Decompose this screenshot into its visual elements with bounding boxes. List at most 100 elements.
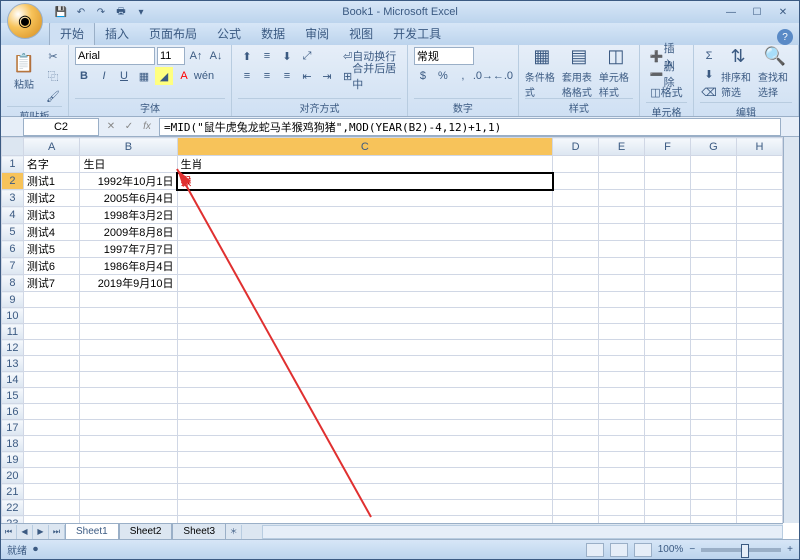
cell-C3[interactable]	[177, 190, 553, 207]
border-button[interactable]: ▦	[135, 67, 153, 85]
zoom-in-button[interactable]: +	[787, 544, 793, 555]
qat-dropdown-icon[interactable]: ▾	[133, 4, 149, 20]
column-header-E[interactable]: E	[599, 138, 645, 156]
tab-formulas[interactable]: 公式	[207, 22, 251, 45]
decrease-font-button[interactable]: A↓	[207, 47, 225, 65]
sheet-tab-Sheet2[interactable]: Sheet2	[119, 524, 173, 540]
redo-icon[interactable]: ↷	[93, 4, 109, 20]
row-header-7[interactable]: 7	[2, 258, 24, 275]
format-painter-button[interactable]: 🖌	[44, 87, 62, 105]
save-icon[interactable]: 💾	[53, 4, 69, 20]
cell-styles-button[interactable]: ◫单元格样式	[599, 47, 633, 97]
insert-function-button[interactable]: fx	[139, 119, 155, 135]
align-bottom-button[interactable]: ⬇	[278, 47, 296, 65]
cell-A8[interactable]: 测试7	[23, 275, 80, 292]
office-button[interactable]: ◉	[7, 3, 43, 39]
tab-view[interactable]: 视图	[339, 22, 383, 45]
cancel-formula-button[interactable]: ✕	[103, 119, 119, 135]
copy-button[interactable]: ⿻	[44, 67, 62, 85]
column-header-B[interactable]: B	[80, 138, 177, 156]
sheet-tab-Sheet1[interactable]: Sheet1	[65, 524, 119, 540]
cell-C2[interactable]: 猴	[177, 173, 553, 190]
cell-A1[interactable]: 名字	[23, 156, 80, 173]
cell-C4[interactable]	[177, 207, 553, 224]
row-header-2[interactable]: 2	[2, 173, 24, 190]
percent-button[interactable]: %	[434, 67, 452, 85]
autosum-button[interactable]: Σ	[700, 47, 718, 65]
column-header-D[interactable]: D	[553, 138, 599, 156]
row-header-4[interactable]: 4	[2, 207, 24, 224]
cell-B3[interactable]: 2005年6月4日	[80, 190, 177, 207]
sort-filter-button[interactable]: ⇅排序和筛选	[721, 47, 755, 97]
comma-button[interactable]: ,	[454, 67, 472, 85]
column-header-C[interactable]: C	[177, 138, 553, 156]
row-header-15[interactable]: 15	[2, 388, 24, 404]
row-header-3[interactable]: 3	[2, 190, 24, 207]
row-header-23[interactable]: 23	[2, 516, 24, 524]
first-sheet-button[interactable]: ⏮	[1, 525, 17, 539]
row-header-11[interactable]: 11	[2, 324, 24, 340]
horizontal-scrollbar[interactable]	[262, 525, 783, 539]
enter-formula-button[interactable]: ✓	[121, 119, 137, 135]
maximize-button[interactable]: ☐	[745, 5, 769, 19]
currency-button[interactable]: $	[414, 67, 432, 85]
print-icon[interactable]: 🖶	[113, 4, 129, 20]
vertical-scrollbar[interactable]	[783, 137, 799, 523]
merge-center-button[interactable]: ⊞ 合并后居中	[339, 67, 401, 85]
row-header-12[interactable]: 12	[2, 340, 24, 356]
cell-A7[interactable]: 测试6	[23, 258, 80, 275]
cell-B1[interactable]: 生日	[80, 156, 177, 173]
cell-B4[interactable]: 1998年3月2日	[80, 207, 177, 224]
align-right-button[interactable]: ≡	[278, 67, 296, 85]
orientation-button[interactable]: ⤢	[298, 47, 316, 65]
cell-B2[interactable]: 1992年10月1日	[80, 173, 177, 190]
format-as-table-button[interactable]: ▤套用表格格式	[562, 47, 596, 97]
prev-sheet-button[interactable]: ◀	[17, 525, 33, 539]
macro-record-icon[interactable]: ⏺	[33, 544, 38, 555]
font-size-select[interactable]	[157, 47, 185, 65]
increase-font-button[interactable]: A↑	[187, 47, 205, 65]
next-sheet-button[interactable]: ▶	[33, 525, 49, 539]
cell-A2[interactable]: 测试1	[23, 173, 80, 190]
cell-C8[interactable]	[177, 275, 553, 292]
name-box[interactable]	[23, 118, 99, 136]
row-header-17[interactable]: 17	[2, 420, 24, 436]
row-header-5[interactable]: 5	[2, 224, 24, 241]
phonetic-button[interactable]: wén	[195, 67, 213, 85]
row-header-6[interactable]: 6	[2, 241, 24, 258]
undo-icon[interactable]: ↶	[73, 4, 89, 20]
decrease-indent-button[interactable]: ⇤	[298, 67, 316, 85]
tab-home[interactable]: 开始	[49, 21, 95, 45]
column-header-H[interactable]: H	[736, 138, 782, 156]
row-header-18[interactable]: 18	[2, 436, 24, 452]
cell-C1[interactable]: 生肖	[177, 156, 553, 173]
cell-B7[interactable]: 1986年8月4日	[80, 258, 177, 275]
spreadsheet-grid[interactable]: ABCDEFGH 1 名字 生日 生肖 2 测试1 1992年10月1日 猴 3…	[1, 137, 783, 523]
tab-developer[interactable]: 开发工具	[383, 22, 451, 45]
bold-button[interactable]: B	[75, 67, 93, 85]
conditional-formatting-button[interactable]: ▦条件格式	[525, 47, 559, 97]
increase-indent-button[interactable]: ⇥	[318, 67, 336, 85]
align-center-button[interactable]: ≡	[258, 67, 276, 85]
column-header-G[interactable]: G	[690, 138, 736, 156]
align-top-button[interactable]: ⬆	[238, 47, 256, 65]
help-button[interactable]: ?	[777, 29, 793, 45]
minimize-button[interactable]: —	[719, 5, 743, 19]
paste-button[interactable]: 📋粘贴	[7, 47, 41, 97]
fill-color-button[interactable]: ◢	[155, 67, 173, 85]
cell-B5[interactable]: 2009年8月8日	[80, 224, 177, 241]
row-header-21[interactable]: 21	[2, 484, 24, 500]
row-header-10[interactable]: 10	[2, 308, 24, 324]
font-name-select[interactable]	[75, 47, 155, 65]
zoom-slider[interactable]	[701, 548, 781, 552]
formula-bar[interactable]	[159, 118, 781, 136]
close-button[interactable]: ✕	[771, 5, 795, 19]
align-middle-button[interactable]: ≡	[258, 47, 276, 65]
tab-data[interactable]: 数据	[251, 22, 295, 45]
delete-cells-button[interactable]: ➖删除	[646, 65, 687, 83]
italic-button[interactable]: I	[95, 67, 113, 85]
font-color-button[interactable]: A	[175, 67, 193, 85]
cell-C5[interactable]	[177, 224, 553, 241]
row-header-1[interactable]: 1	[2, 156, 24, 173]
cut-button[interactable]: ✂	[44, 47, 62, 65]
